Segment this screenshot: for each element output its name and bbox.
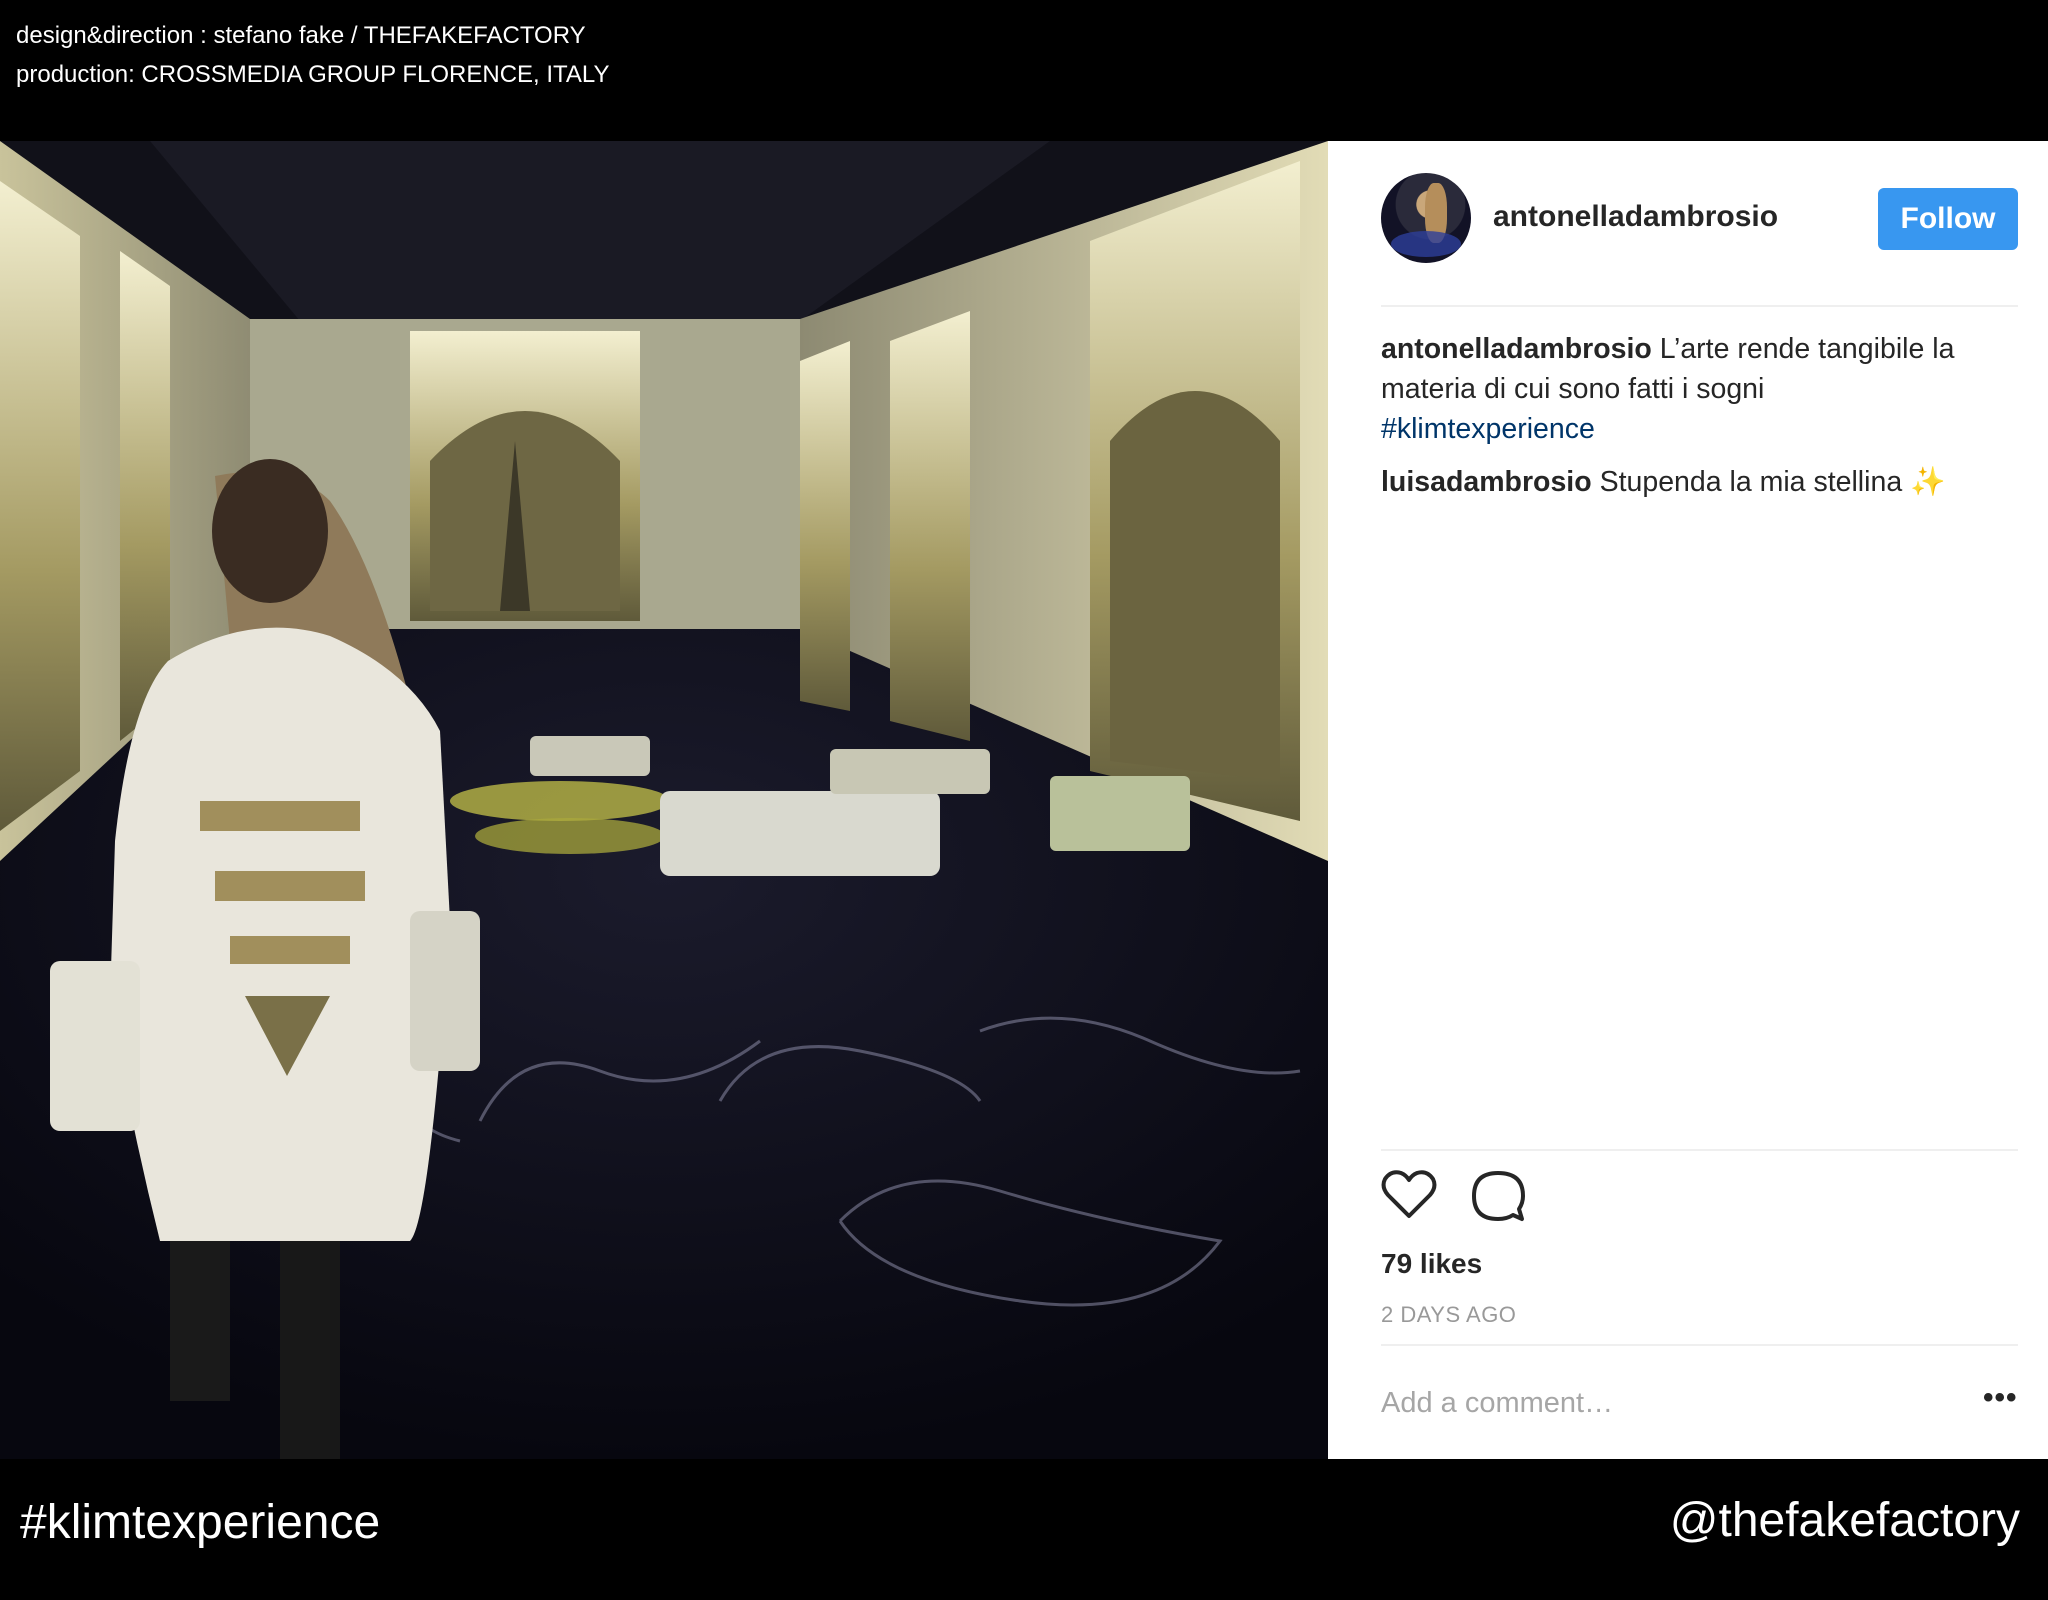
post-details-panel: antonelladambrosio Follow antonelladambr… — [1328, 141, 2048, 1459]
footer-handle: @thefakefactory — [1669, 1494, 2020, 1547]
caption-text-2: materia di cui sono fatti i sogni — [1381, 373, 1765, 405]
post-username[interactable]: antonelladambrosio — [1493, 200, 1778, 234]
caption-hashtag[interactable]: #klimtexperience — [1381, 409, 2021, 449]
likes-count[interactable]: 79 likes — [1381, 1248, 1482, 1280]
comment: luisadambrosio Stupenda la mia stellina … — [1381, 462, 2021, 502]
divider — [1381, 1344, 2018, 1346]
footer-hashtag: #klimtexperience — [20, 1496, 381, 1549]
caption-username[interactable]: antonelladambrosio — [1381, 333, 1652, 365]
action-bar — [1381, 1169, 1581, 1225]
follow-button[interactable]: Follow — [1878, 188, 2018, 250]
credits-production: production: CROSSMEDIA GROUP FLORENCE, I… — [16, 61, 610, 88]
more-options-button[interactable]: ••• — [1983, 1381, 2018, 1415]
add-comment-input[interactable]: Add a comment… — [1381, 1387, 1613, 1420]
post-header: antonelladambrosio Follow — [1381, 173, 2018, 263]
comment-text: Stupenda la mia stellina — [1599, 466, 1903, 498]
credits-direction: design&direction : stefano fake / THEFAK… — [16, 22, 586, 49]
post-photo[interactable] — [0, 141, 1328, 1459]
post-timestamp: 2 DAYS AGO — [1381, 1302, 1517, 1327]
heart-icon[interactable] — [1381, 1169, 1437, 1221]
avatar[interactable] — [1381, 173, 1471, 263]
exhibition-photo — [0, 141, 1328, 1459]
caption: antonelladambrosio L’arte rende tangibil… — [1381, 329, 2021, 369]
divider — [1381, 1149, 2018, 1151]
comments-section: antonelladambrosio L’arte rende tangibil… — [1381, 329, 2021, 502]
comment-icon[interactable] — [1471, 1169, 1525, 1223]
comment-username[interactable]: luisadambrosio — [1381, 466, 1592, 498]
credits: design&direction : stefano fake / THEFAK… — [16, 16, 610, 94]
divider — [1381, 305, 2018, 307]
caption-text-1: L’arte rende tangibile la — [1659, 333, 1955, 365]
sparkles-emoji: ✨ — [1910, 466, 1946, 498]
